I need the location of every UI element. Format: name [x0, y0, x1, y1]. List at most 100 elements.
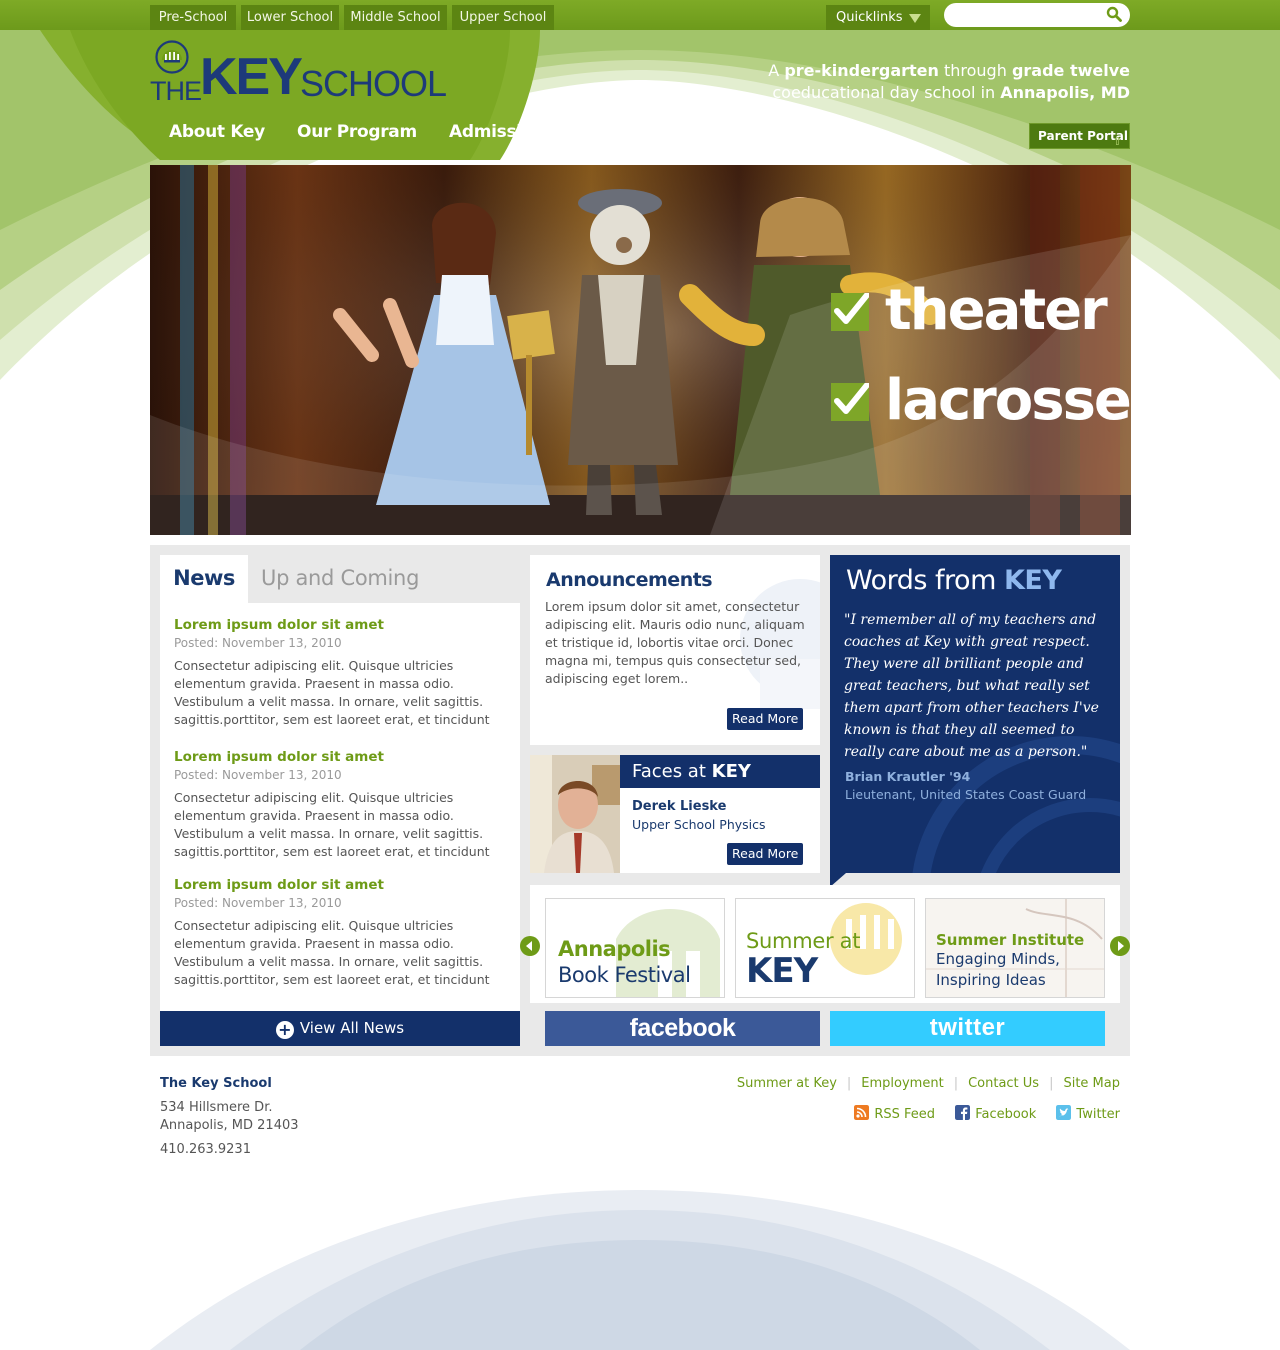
quicklinks-dropdown[interactable]: Quicklinks [826, 5, 930, 30]
nav-giving-to-key[interactable]: Giving to Key [715, 122, 840, 142]
tab-up-and-coming[interactable]: Up and Coming [261, 555, 419, 603]
footer-link-separator: | [1049, 1076, 1054, 1091]
plus-circle-icon: + [275, 1021, 294, 1039]
promo-summer-institute[interactable]: Summer Institute Engaging Minds, Inspiri… [925, 898, 1105, 998]
hero-banner[interactable]: theater lacrosse [150, 165, 1131, 535]
carousel-prev-button[interactable] [520, 936, 540, 956]
announcements-panel: Announcements Lorem ipsum dolor sit amet… [530, 555, 820, 745]
search-box [944, 3, 1130, 27]
words-from-key-title: Words from KEY [846, 565, 1062, 596]
promo-summer-at-key[interactable]: Summer at KEY [735, 898, 915, 998]
footer-rss-link[interactable]: RSS Feed [854, 1105, 935, 1122]
tab-upper-school[interactable]: Upper School [452, 5, 554, 30]
twitter-icon [1056, 1105, 1072, 1120]
facebook-banner-button[interactable]: facebook [545, 1011, 820, 1046]
footer-address-line1: 534 Hillsmere Dr. [160, 1100, 273, 1115]
search-icon[interactable] [1106, 6, 1122, 22]
footer-links: Summer at Key | Employment | Contact Us | Site… [700, 1076, 1120, 1091]
promo-subtitle: Engaging Minds, [936, 950, 1060, 968]
search-input[interactable] [954, 6, 1104, 24]
school-logo[interactable]: THE KEY SCHOOL [150, 40, 460, 106]
faculty-photo[interactable] [530, 755, 620, 873]
content-panel: News Up and Coming Lorem ipsum dolor sit… [150, 545, 1130, 1056]
view-all-news-label: View All News [299, 1019, 405, 1037]
news-panel: News Up and Coming Lorem ipsum dolor sit… [160, 555, 520, 1046]
faculty-department: Upper School Physics [632, 817, 766, 832]
school-building-icon [155, 40, 189, 74]
checkmark-icon [831, 383, 869, 421]
nav-admission[interactable]: Admission [449, 122, 545, 142]
arrow-left-icon [526, 941, 532, 951]
announcements-title: Announcements [546, 569, 713, 591]
promo-title: Annapolis [558, 937, 671, 961]
faces-read-more-button[interactable]: Read More [727, 843, 804, 865]
footer-rss-label: RSS Feed [874, 1107, 936, 1122]
tagline-highlight: grade twelve [1011, 61, 1130, 80]
announcements-read-more-button[interactable]: Read More [727, 708, 804, 730]
footer-twitter-label: Twitter [1076, 1107, 1120, 1122]
tab-lower-school[interactable]: Lower School [241, 5, 339, 30]
twitter-banner-button[interactable]: twitter [830, 1011, 1105, 1046]
announcements-body: Lorem ipsum dolor sit amet, consectetur … [545, 599, 805, 686]
footer-facebook-label: Facebook [975, 1107, 1037, 1122]
news-item-body: Consectetur adipiscing elit. Quisque ult… [174, 790, 490, 859]
footer-link-employment[interactable]: Employment [861, 1076, 943, 1091]
words-from-key-title-bold: KEY [1003, 565, 1062, 596]
promo-subtitle: KEY [746, 951, 818, 991]
tagline-text: through [938, 61, 1012, 80]
nav-community[interactable]: Community [577, 122, 683, 142]
faces-at-key-header: Faces at KEY [620, 755, 820, 788]
promo-title: Summer at [746, 929, 861, 953]
faces-at-key-title: Faces at [632, 761, 712, 782]
promo-annapolis-book-festival[interactable]: Annapolis Book Festival [545, 898, 725, 998]
parent-portal-button[interactable]: Parent Portal ⇧ [1029, 123, 1130, 149]
news-item-body: Consectetur adipiscing elit. Quisque ult… [174, 918, 490, 987]
faculty-name: Derek Lieske [632, 799, 727, 814]
promo-subtitle: Book Festival [558, 963, 691, 987]
tagline-text: coeducational day school in [772, 83, 1001, 102]
news-item-title[interactable]: Lorem ipsum dolor sit amet [174, 616, 514, 634]
tab-middle-school[interactable]: Middle School [344, 5, 447, 30]
testimonial-author: Brian Krautler '94 [845, 769, 971, 784]
footer-social-links: RSS Feed Facebook Twitter [700, 1105, 1120, 1122]
arrow-right-icon [1118, 941, 1124, 951]
news-item: Lorem ipsum dolor sit amet Posted: Novem… [174, 748, 514, 861]
news-item: Lorem ipsum dolor sit amet Posted: Novem… [174, 876, 514, 989]
tagline-highlight: pre-kindergarten [784, 61, 939, 80]
footer-twitter-link[interactable]: Twitter [1056, 1105, 1120, 1122]
footer-link-site-map[interactable]: Site Map [1063, 1076, 1120, 1091]
footer-link-contact-us[interactable]: Contact Us [968, 1076, 1039, 1091]
tagline-text: A [768, 61, 785, 80]
news-item-body: Consectetur adipiscing elit. Quisque ult… [174, 658, 490, 727]
arrow-up-icon: ⇧ [1112, 135, 1122, 148]
chevron-down-icon [909, 14, 921, 23]
news-item-date: Posted: November 13, 2010 [174, 768, 342, 782]
nav-about-key[interactable]: About Key [169, 122, 265, 142]
news-item-title[interactable]: Lorem ipsum dolor sit amet [174, 876, 514, 894]
testimonial-quote: "I remember all of my teachers and coach… [844, 612, 1099, 760]
news-item-title[interactable]: Lorem ipsum dolor sit amet [174, 748, 514, 766]
main-nav: About Key Our Program Admission Communit… [150, 122, 850, 150]
nav-our-program[interactable]: Our Program [297, 122, 417, 142]
words-from-key-panel: Words from KEY "I remember all of my tea… [830, 555, 1120, 873]
footer-background-arcs [150, 1190, 1130, 1350]
view-all-news-button[interactable]: + View All News [160, 1011, 520, 1046]
footer-link-summer-at-key[interactable]: Summer at Key [737, 1076, 837, 1091]
footer-phone: 410.263.9231 [160, 1142, 251, 1157]
facebook-icon [955, 1105, 971, 1120]
footer-school-name: The Key School [160, 1076, 272, 1091]
footer-link-separator: | [846, 1076, 852, 1091]
footer-facebook-link[interactable]: Facebook [955, 1105, 1036, 1122]
carousel-next-button[interactable] [1110, 936, 1130, 956]
logo-text-school: SCHOOL [300, 63, 447, 104]
logo-text-the: THE [150, 76, 202, 106]
words-from-key-title-text: Words from [846, 565, 1004, 596]
footer-link-separator: | [953, 1076, 959, 1091]
tagline-highlight: Annapolis, MD [1000, 83, 1130, 102]
rss-icon [854, 1105, 870, 1120]
news-item: Lorem ipsum dolor sit amet Posted: Novem… [174, 616, 514, 729]
tab-pre-school[interactable]: Pre-School [150, 5, 236, 30]
news-item-date: Posted: November 13, 2010 [174, 636, 342, 650]
hero-word-lacrosse: lacrosse [885, 368, 1131, 433]
tab-news[interactable]: News [160, 555, 248, 604]
